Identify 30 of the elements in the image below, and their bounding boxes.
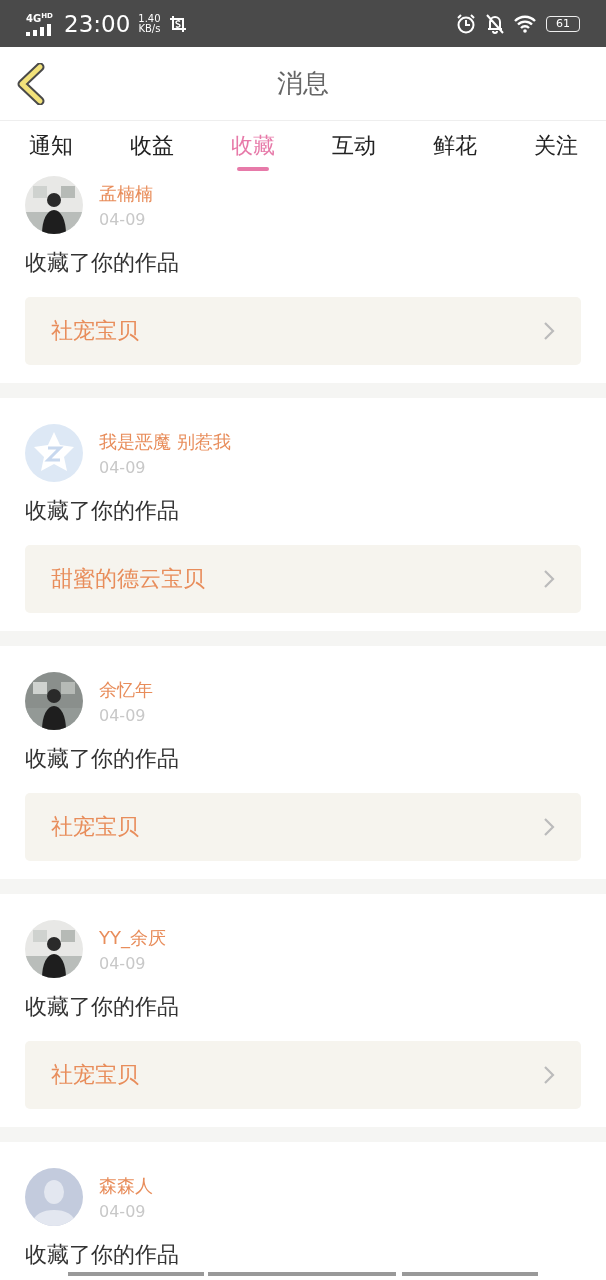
message-text: 收藏了你的作品 <box>25 993 180 1021</box>
chevron-right-icon <box>543 817 555 837</box>
user-name: 孟楠楠 <box>99 181 153 206</box>
wifi-icon <box>514 14 536 33</box>
clock-time: 23:00 <box>64 10 131 37</box>
alarm-icon <box>456 13 476 34</box>
muted-bell-icon <box>486 13 504 34</box>
tab[interactable]: 互动 <box>303 121 404 173</box>
network-type: 4G$^{HD}$ <box>26 10 53 25</box>
tab[interactable]: 收益 <box>101 121 202 173</box>
message-text: 收藏了你的作品 <box>25 745 180 773</box>
message-text: 收藏了你的作品 <box>25 1241 180 1269</box>
chevron-right-icon <box>543 321 555 341</box>
user-name: 森森人 <box>99 1173 153 1198</box>
tab[interactable]: 关注 <box>505 121 606 173</box>
chevron-right-icon <box>543 569 555 589</box>
tab[interactable]: 鲜花 <box>404 121 505 173</box>
message-text: 收藏了你的作品 <box>25 249 180 277</box>
signal-icon <box>26 24 52 37</box>
message-text: 收藏了你的作品 <box>25 497 180 525</box>
user-name: 我是恶魔 别惹我 <box>99 429 231 454</box>
chevron-right-icon <box>543 1065 555 1085</box>
tab[interactable]: 通知 <box>0 121 101 173</box>
battery-icon: 61 <box>546 15 580 32</box>
screenshot-icon <box>168 14 187 33</box>
page-title: 消息 <box>277 67 329 100</box>
speed-unit: KB/s <box>138 23 161 34</box>
user-name: YY_余厌 <box>99 925 166 950</box>
user-name: 余忆年 <box>99 677 153 702</box>
network-speed: 1.40 <box>138 13 161 24</box>
